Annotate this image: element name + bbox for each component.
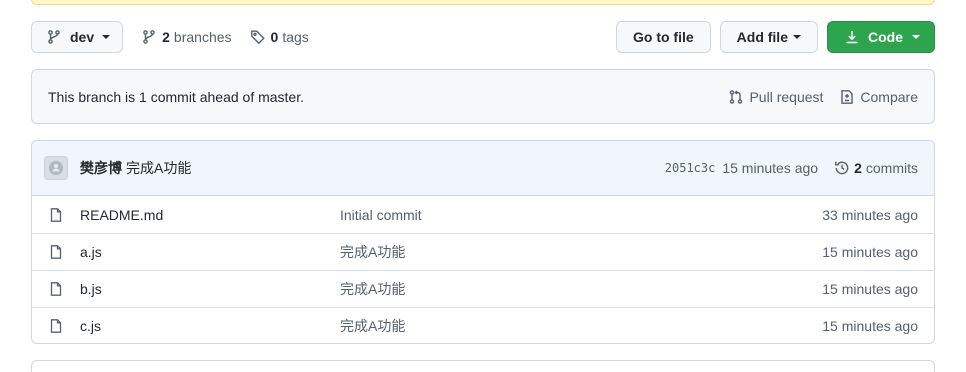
pull-request-label: Pull request [749,88,824,105]
file-commit-date: 15 minutes ago [822,281,918,297]
pull-request-icon [728,89,749,105]
chevron-down-icon [102,35,111,39]
go-to-file-button[interactable]: Go to file [615,21,711,53]
avatar[interactable] [44,156,68,180]
compare-label: Compare [860,88,918,105]
file-icon [48,318,64,334]
file-name[interactable]: b.js [80,281,340,297]
file-commit-message[interactable]: 完成A功能 [340,279,822,299]
branches-label: branches [173,29,232,45]
branches-link[interactable]: 2 branches [141,29,232,45]
tags-count: 0 [270,29,279,45]
add-file-button[interactable]: Add file [719,21,818,53]
file-commit-message[interactable]: 完成A功能 [340,316,822,336]
file-icon [48,207,64,223]
add-file-label: Add file [736,29,788,45]
file-name[interactable]: a.js [80,244,340,260]
file-commit-message[interactable]: 完成A功能 [340,242,822,262]
chevron-down-icon [912,35,920,39]
commits-label: commits [865,160,918,176]
branch-status-message: This branch is 1 commit ahead of master. [48,88,304,105]
commit-message[interactable]: 完成A功能 [126,158,191,178]
branch-status-box: This branch is 1 commit ahead of master.… [31,69,935,124]
file-commit-date: 33 minutes ago [822,206,918,223]
file-commit-message[interactable]: Initial commit [340,207,822,223]
tags-link[interactable]: 0 tags [250,29,309,45]
git-branch-icon [46,29,62,45]
commits-link[interactable]: 2 commits [834,160,918,176]
table-row[interactable]: b.js 完成A功能 15 minutes ago [32,270,934,307]
commit-hash[interactable]: 2051c3c [665,161,716,175]
latest-commit-header: 樊彦博 完成A功能 2051c3c 15 minutes ago 2 commi… [32,141,934,196]
commit-time: 15 minutes ago [722,160,819,176]
diff-icon [839,89,860,105]
pull-request-link[interactable]: Pull request [728,89,823,105]
tag-icon [250,29,266,45]
git-branch-icon [141,29,157,45]
file-commit-date: 15 minutes ago [822,244,918,260]
file-commit-date: 15 minutes ago [822,318,918,334]
history-icon [834,160,854,176]
commits-count: 2 [854,160,862,176]
file-name[interactable]: README.md [80,207,340,223]
code-label: Code [868,29,903,45]
tags-label: tags [282,29,309,45]
branches-count: 2 [162,29,170,45]
code-button[interactable]: Code [827,21,935,53]
compare-link[interactable]: Compare [839,89,918,105]
branch-name: dev [70,29,95,45]
branch-select-button[interactable]: dev [31,21,124,53]
chevron-down-icon [793,35,801,39]
notice-banner [31,0,935,5]
table-row[interactable]: c.js 完成A功能 15 minutes ago [32,307,934,343]
file-list: 樊彦博 完成A功能 2051c3c 15 minutes ago 2 commi… [31,140,935,344]
file-name[interactable]: c.js [80,318,340,334]
readme-box [31,360,935,372]
file-icon [48,244,64,260]
table-row[interactable]: a.js 完成A功能 15 minutes ago [32,233,934,270]
download-icon [844,29,860,45]
table-row[interactable]: README.md Initial commit 33 minutes ago [32,196,934,233]
commit-author[interactable]: 樊彦博 [80,158,122,178]
repo-toolbar: dev 2 branches 0 tags Go to file Add fil… [31,21,935,53]
file-icon [48,281,64,297]
